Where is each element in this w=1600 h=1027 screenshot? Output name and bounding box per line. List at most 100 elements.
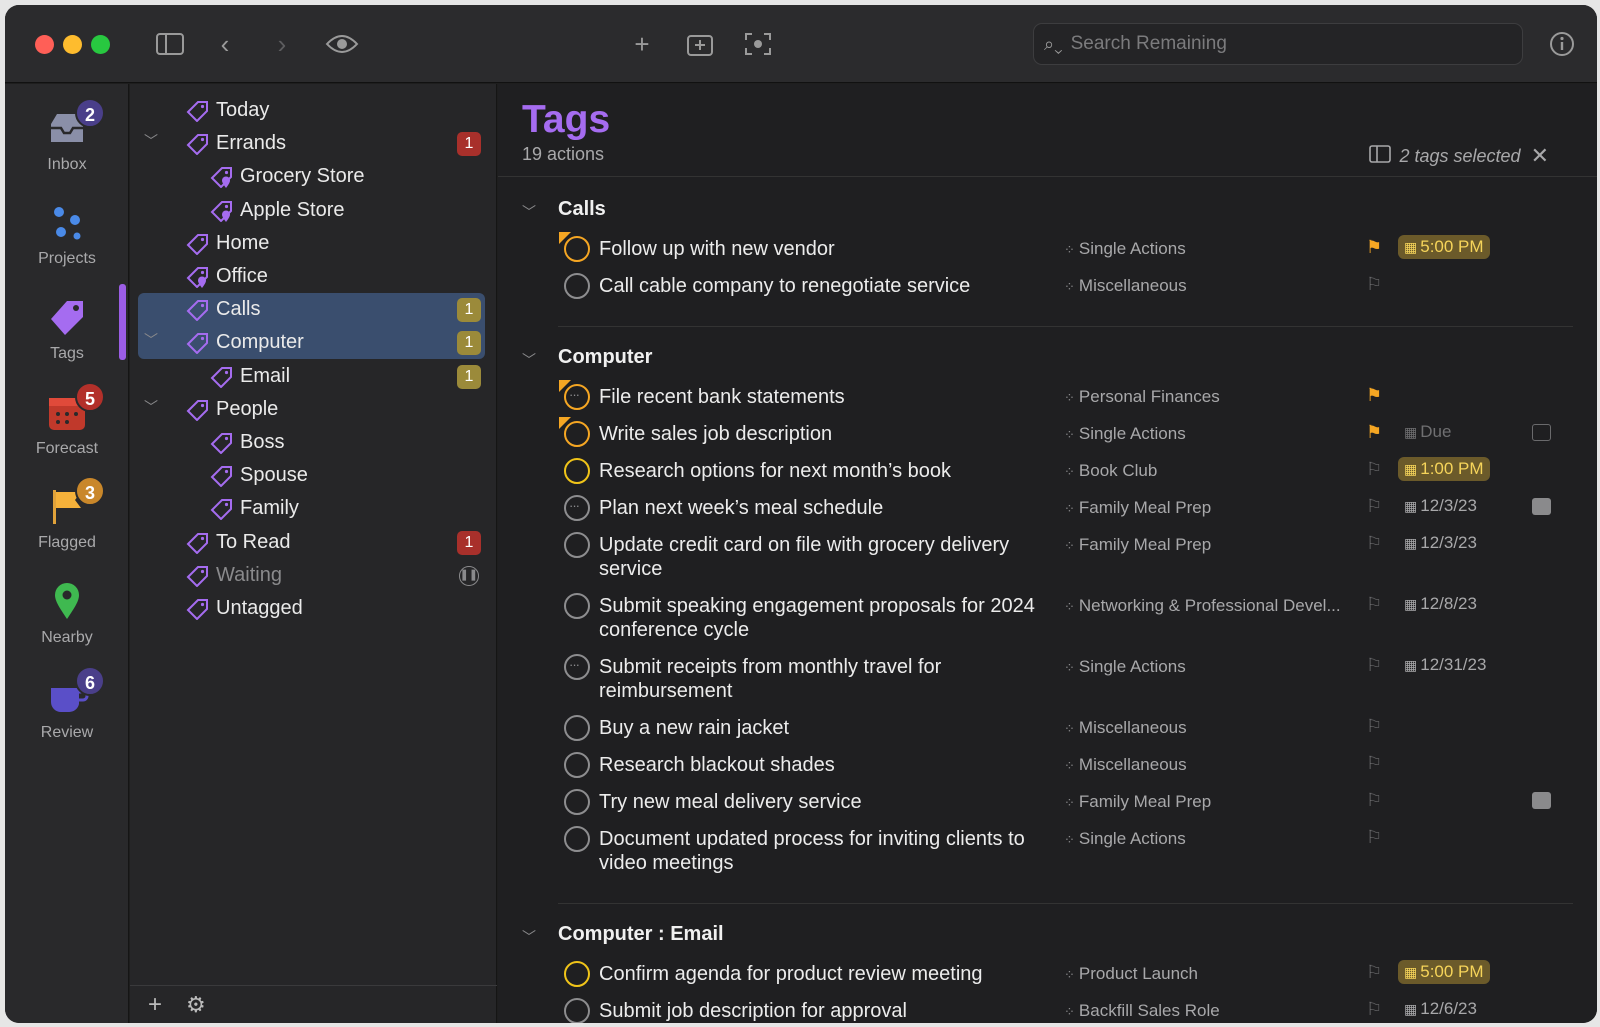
task-title[interactable]: Submit receipts from monthly travel for … [599, 655, 1039, 703]
task-row[interactable]: Write sales job description Single Action… [498, 417, 1597, 457]
disclosure-chevron-icon[interactable]: ﹀ [144, 330, 158, 350]
sidebar-item-email[interactable]: Email 1 [138, 360, 485, 393]
perspective-inbox[interactable]: Inbox 2 [5, 98, 129, 194]
back-icon[interactable]: ‹ [210, 27, 240, 61]
due-date[interactable]: ▦ 12/3/23 [1398, 494, 1483, 518]
task-checkbox[interactable] [564, 593, 590, 619]
task-checkbox[interactable] [564, 654, 590, 680]
task-checkbox[interactable] [564, 752, 590, 778]
quick-entry-icon[interactable] [683, 27, 717, 61]
flag-icon[interactable]: ⚐ [1366, 999, 1382, 1020]
task-checkbox[interactable] [564, 236, 590, 262]
gear-icon[interactable]: ⚙ [186, 992, 206, 1018]
task-title[interactable]: Research blackout shades [599, 753, 1039, 777]
task-checkbox[interactable] [564, 458, 590, 484]
sidebar-item-untagged[interactable]: Untagged [138, 592, 485, 625]
group-collapse-chevron-icon[interactable]: ﹀ [522, 350, 536, 370]
close-window-button[interactable] [35, 35, 54, 54]
task-row[interactable]: Document updated process for inviting cl… [498, 825, 1597, 886]
task-checkbox[interactable] [564, 273, 590, 299]
disclosure-chevron-icon[interactable]: ﹀ [144, 397, 158, 417]
perspective-forecast[interactable]: Forecast 5 [5, 382, 129, 478]
task-row[interactable]: Submit speaking engagement proposals for… [498, 592, 1597, 653]
view-options-eye-icon[interactable] [323, 27, 361, 61]
forward-icon[interactable]: › [267, 27, 297, 61]
task-title[interactable]: Follow up with new vendor [599, 237, 1039, 261]
due-date[interactable]: ▦ 12/31/23 [1398, 653, 1492, 677]
flag-icon[interactable]: ⚐ [1366, 753, 1382, 774]
task-row[interactable]: Confirm agenda for product review meetin… [498, 960, 1597, 997]
perspective-review[interactable]: Review 6 [5, 666, 129, 762]
perspective-flagged[interactable]: Flagged 3 [5, 476, 129, 572]
minimize-window-button[interactable] [63, 35, 82, 54]
sidebar-item-calls[interactable]: Calls 1 [138, 293, 485, 327]
flag-icon[interactable]: ⚐ [1366, 274, 1382, 295]
sidebar-item-people[interactable]: ﹀ People [138, 393, 485, 426]
task-checkbox[interactable] [564, 961, 590, 987]
flag-icon[interactable]: ⚐ [1366, 655, 1382, 676]
flag-icon[interactable]: ⚑ [1366, 422, 1382, 443]
sidebar-item-home[interactable]: Home [138, 227, 485, 260]
due-date[interactable]: ▦ 12/3/23 [1398, 531, 1483, 555]
due-date[interactable]: ▦ Due [1398, 420, 1457, 444]
due-date[interactable]: ▦ 12/8/23 [1398, 592, 1483, 616]
task-title[interactable]: Update credit card on file with grocery … [599, 533, 1039, 581]
task-row[interactable]: Research options for next month’s book Bo… [498, 457, 1597, 494]
due-date[interactable]: ▦ 5:00 PM [1398, 235, 1490, 259]
group-header[interactable]: Computer [558, 346, 652, 369]
task-title[interactable]: Write sales job description [599, 422, 1039, 446]
task-title[interactable]: Submit speaking engagement proposals for… [599, 594, 1039, 642]
task-title[interactable]: Call cable company to renegotiate servic… [599, 274, 1039, 298]
sidebar-item-apple-store[interactable]: Apple Store [138, 194, 485, 227]
task-checkbox[interactable] [564, 826, 590, 852]
group-header[interactable]: Calls [558, 198, 606, 221]
task-title[interactable]: Research options for next month’s book [599, 459, 1039, 483]
flag-icon[interactable]: ⚐ [1366, 790, 1382, 811]
task-row[interactable]: Plan next week’s meal schedule Family Mea… [498, 494, 1597, 531]
sidebar-item-family[interactable]: Family [138, 492, 485, 525]
task-row[interactable]: Follow up with new vendor Single Actions ⚑… [498, 232, 1597, 272]
new-action-plus-icon[interactable]: + [627, 27, 657, 61]
flag-icon[interactable]: ⚑ [1366, 385, 1382, 406]
sidebar-toggle-icon[interactable] [153, 27, 187, 61]
due-date[interactable]: ▦ 12/6/23 [1398, 997, 1483, 1021]
task-title[interactable]: Buy a new rain jacket [599, 716, 1039, 740]
group-collapse-chevron-icon[interactable]: ﹀ [522, 202, 536, 222]
search-field[interactable]: ⌕⌄ [1033, 23, 1523, 65]
note-icon[interactable] [1532, 424, 1551, 441]
sidebar-item-to-read[interactable]: To Read 1 [138, 526, 485, 559]
flag-icon[interactable]: ⚐ [1366, 594, 1382, 615]
task-row[interactable]: Research blackout shades Miscellaneous ⚐ [498, 751, 1597, 788]
focus-icon[interactable] [741, 27, 775, 61]
flag-icon[interactable]: ⚐ [1366, 716, 1382, 737]
search-input[interactable] [1070, 33, 1491, 55]
task-row[interactable]: Buy a new rain jacket Miscellaneous ⚐ [498, 714, 1597, 751]
info-icon[interactable] [1545, 27, 1579, 61]
group-collapse-chevron-icon[interactable]: ﹀ [522, 927, 536, 947]
flag-icon[interactable]: ⚐ [1366, 533, 1382, 554]
flag-icon[interactable]: ⚐ [1366, 496, 1382, 517]
task-row[interactable]: Try new meal delivery service Family Meal… [498, 788, 1597, 825]
group-header[interactable]: Computer : Email [558, 923, 724, 946]
due-date[interactable]: ▦ 5:00 PM [1398, 960, 1490, 984]
task-title[interactable]: Document updated process for inviting cl… [599, 827, 1039, 875]
disclosure-chevron-icon[interactable]: ﹀ [144, 131, 158, 151]
task-row[interactable]: Submit receipts from monthly travel for … [498, 653, 1597, 714]
sidebar-item-waiting[interactable]: Waiting ❚❚ [138, 559, 485, 592]
task-title[interactable]: Try new meal delivery service [599, 790, 1039, 814]
task-row[interactable]: File recent bank statements Personal Fina… [498, 380, 1597, 420]
task-title[interactable]: Plan next week’s meal schedule [599, 496, 1039, 520]
sidebar-item-grocery-store[interactable]: Grocery Store [138, 160, 485, 193]
flag-icon[interactable]: ⚐ [1366, 827, 1382, 848]
task-row[interactable]: Submit job description for approval Backf… [498, 997, 1597, 1023]
task-title[interactable]: Confirm agenda for product review meetin… [599, 962, 1039, 986]
sidebar-item-spouse[interactable]: Spouse [138, 459, 485, 492]
task-row[interactable]: Update credit card on file with grocery … [498, 531, 1597, 592]
clear-selection-close-icon[interactable]: ✕ [1531, 143, 1549, 169]
sidebar-item-boss[interactable]: Boss [138, 426, 485, 459]
zoom-window-button[interactable] [91, 35, 110, 54]
note-icon[interactable] [1532, 498, 1551, 515]
perspective-tags[interactable]: Tags [5, 295, 129, 383]
due-date[interactable]: ▦ 1:00 PM [1398, 457, 1490, 481]
task-checkbox[interactable] [564, 532, 590, 558]
